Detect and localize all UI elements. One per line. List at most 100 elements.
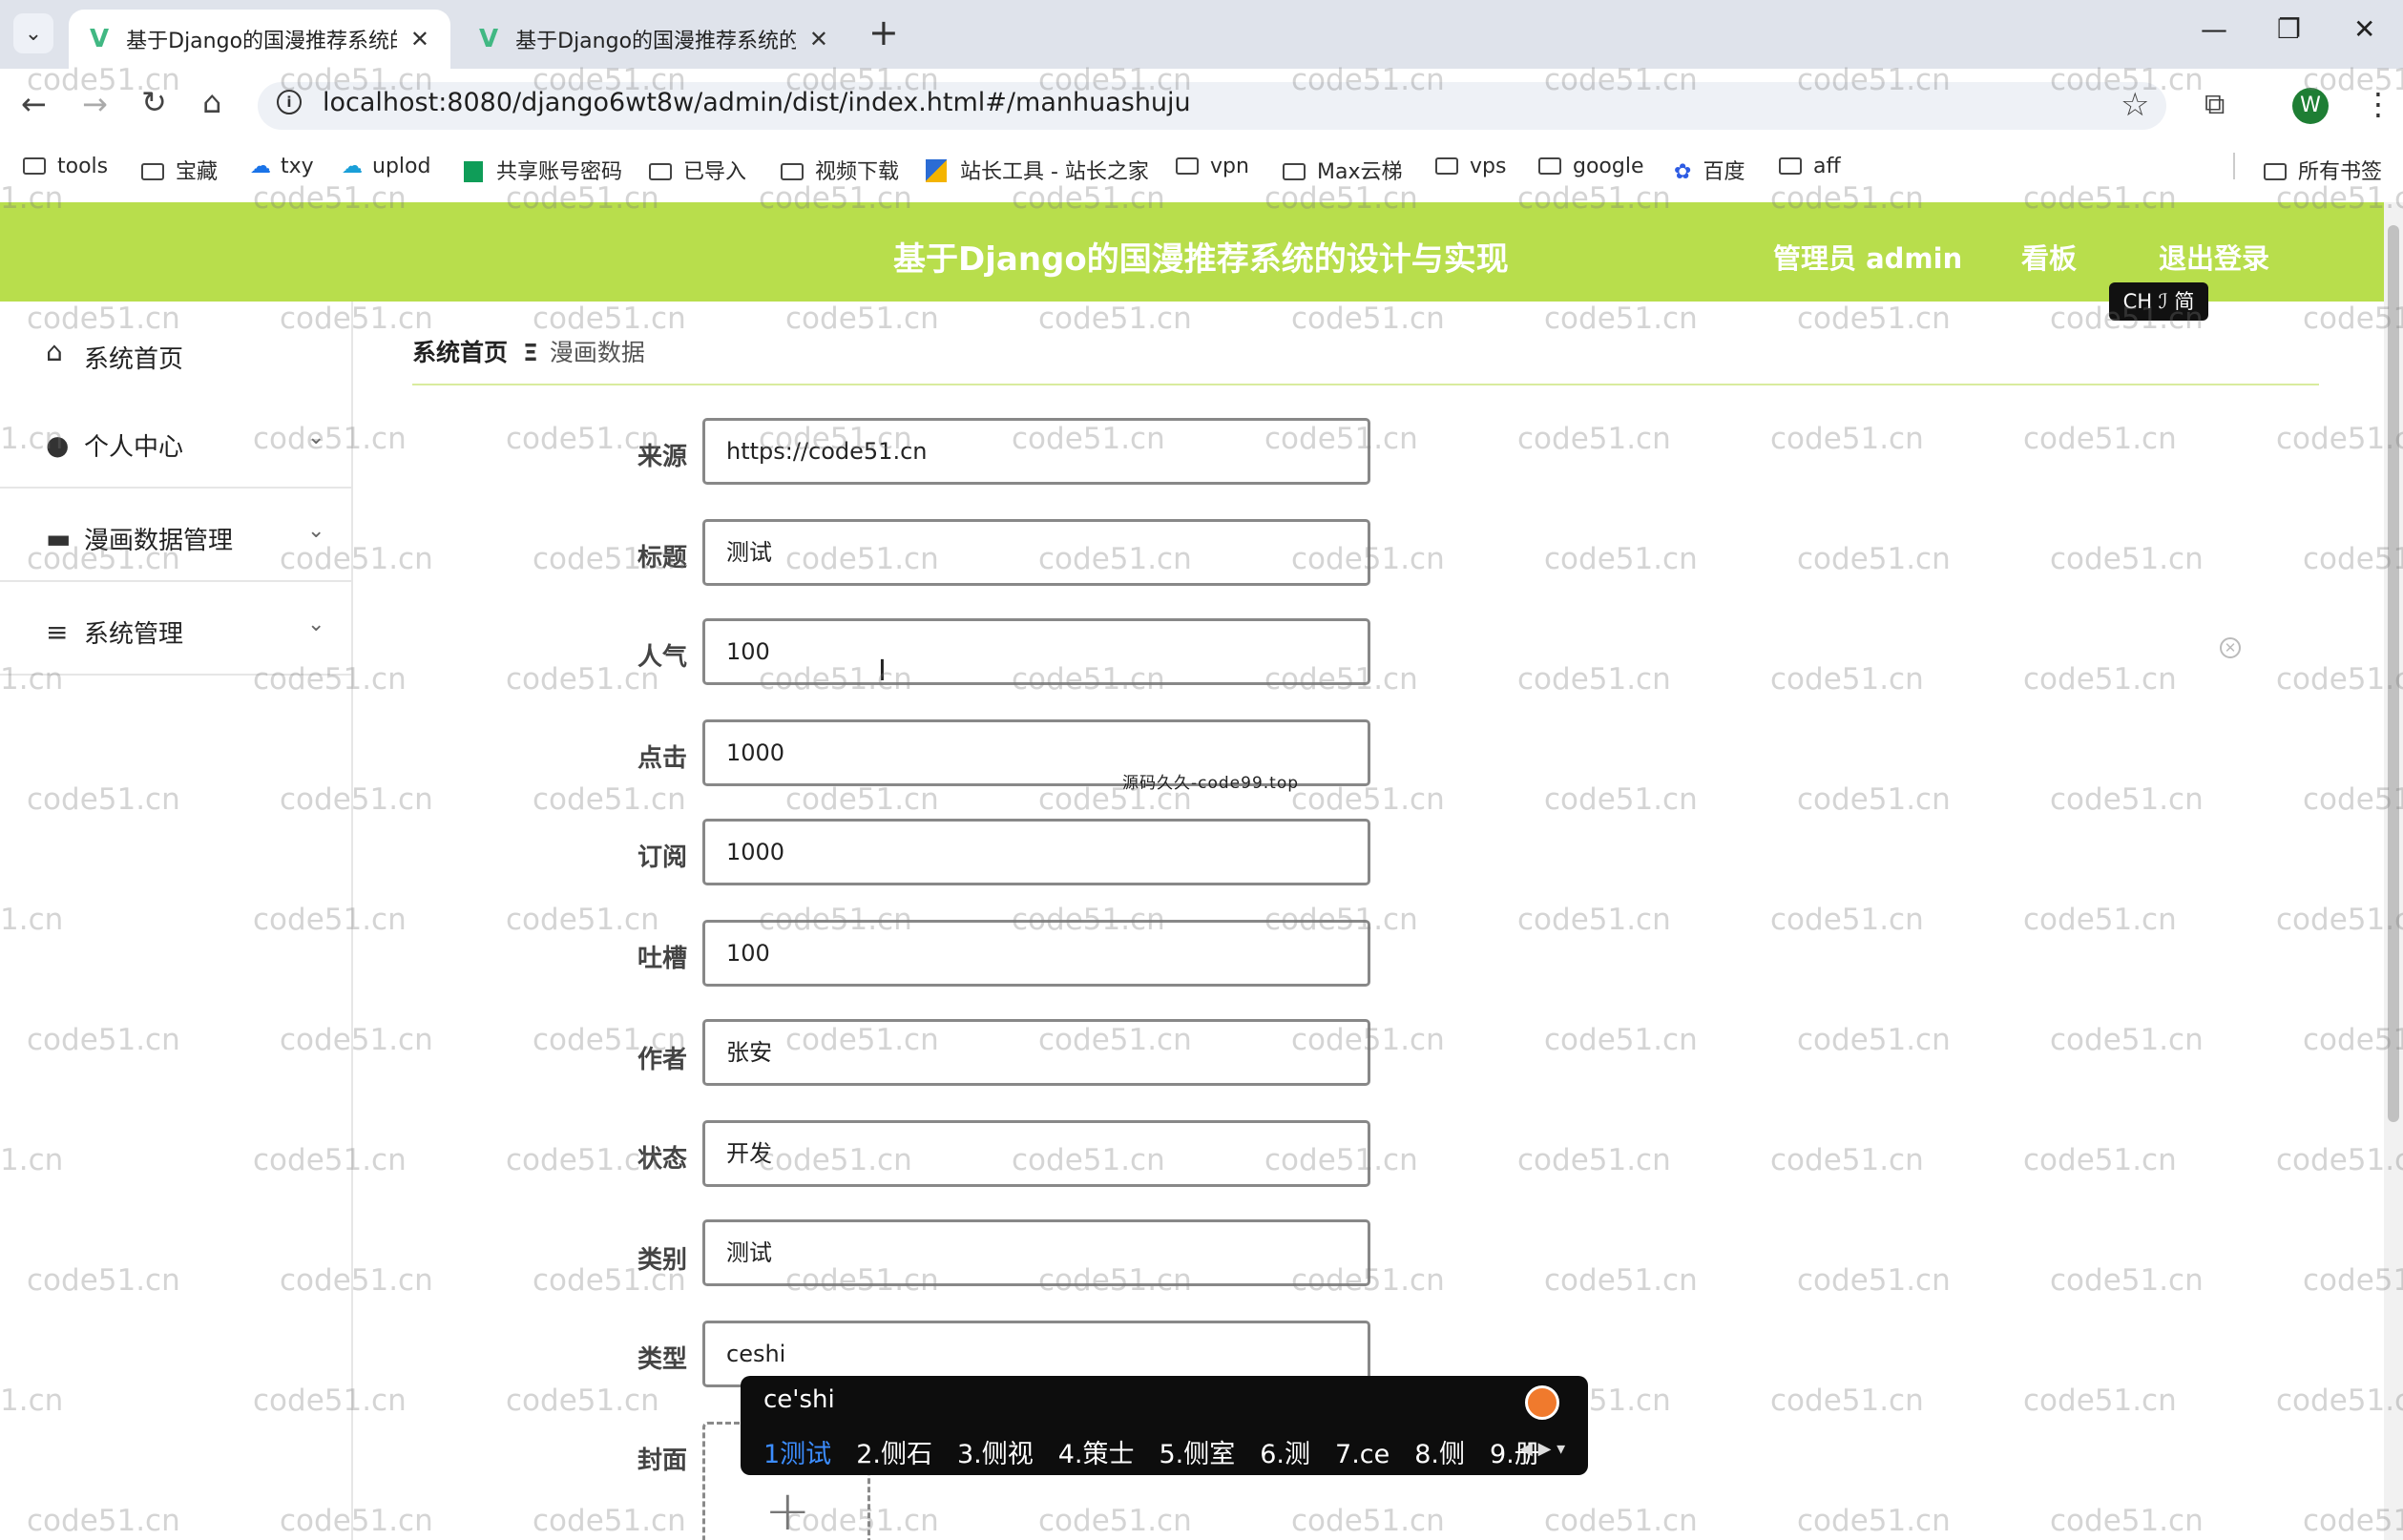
vue-logo-icon: V bbox=[479, 25, 499, 53]
bookmark-item[interactable]: 站长工具 - 站长之家 bbox=[926, 155, 1149, 185]
watermark-text: code51.cn bbox=[1770, 422, 1924, 456]
author-input[interactable]: 张安 bbox=[702, 1019, 1370, 1086]
logout-link[interactable]: 退出登录 bbox=[2159, 237, 2269, 277]
restore-icon[interactable]: ❐ bbox=[2277, 13, 2301, 45]
close-tab-icon[interactable]: ✕ bbox=[809, 26, 828, 52]
field-label-cover: 封面 bbox=[637, 1446, 687, 1475]
watermark-text: code51.cn bbox=[1544, 1263, 1698, 1298]
bookmark-item[interactable]: 视频下载 bbox=[781, 155, 899, 185]
comments-input[interactable]: 100 bbox=[702, 920, 1370, 987]
cloud-icon: ☁ bbox=[250, 155, 271, 178]
bookmark-item[interactable]: ✿ 百度 bbox=[1674, 155, 1745, 185]
watermark-text: code51.cn bbox=[1797, 1504, 1951, 1538]
bookmark-item[interactable]: 宝藏 bbox=[141, 155, 218, 185]
ime-candidate[interactable]: 1测试 bbox=[763, 1440, 831, 1469]
close-tab-icon[interactable]: ✕ bbox=[410, 26, 429, 52]
watermark-text: code51.cn bbox=[1544, 782, 1698, 817]
folder-icon bbox=[2264, 163, 2287, 180]
breadcrumb-separator: Ξ bbox=[523, 339, 538, 366]
bookmark-item[interactable]: Max云梯 bbox=[1283, 155, 1402, 185]
browser-tab[interactable]: V 基于Django的国漫推荐系统的设计与实现 ✕ bbox=[458, 10, 849, 69]
bookmark-item[interactable]: vpn bbox=[1176, 155, 1249, 178]
all-bookmarks[interactable]: 所有书签 bbox=[2264, 155, 2382, 185]
tab-search-chevron-icon[interactable]: ⌄ bbox=[13, 13, 53, 53]
bookmark-item[interactable]: vps bbox=[1435, 155, 1506, 178]
bookmark-star-icon[interactable]: ☆ bbox=[2121, 86, 2149, 124]
watermark-text: code51.cn bbox=[1517, 1143, 1671, 1177]
sidebar-item-system[interactable]: ≡ 系统管理 ⌄ bbox=[0, 582, 351, 676]
popularity-input[interactable]: 100 bbox=[702, 618, 1370, 685]
watermark-text: code51.cn bbox=[1770, 1143, 1924, 1177]
new-tab-button[interactable]: + bbox=[868, 11, 899, 53]
folder-icon bbox=[781, 163, 804, 180]
ime-language-indicator[interactable]: CH ℐ 简 bbox=[2109, 282, 2208, 321]
ime-candidate[interactable]: 4.策士 bbox=[1058, 1440, 1135, 1469]
sidebar-item-comic-data[interactable]: ▬ 漫画数据管理 ⌄ bbox=[0, 489, 351, 582]
scrollbar-thumb[interactable] bbox=[2388, 225, 2399, 1122]
watermark-text: code51.cn bbox=[785, 302, 939, 336]
source-input[interactable]: https://code51.cn bbox=[702, 418, 1370, 485]
field-label-status: 状态 bbox=[637, 1145, 687, 1174]
admin-user-label[interactable]: 管理员 admin bbox=[1773, 237, 1962, 277]
extensions-icon[interactable]: ⧉ bbox=[2204, 88, 2225, 121]
minimize-icon[interactable]: — bbox=[2201, 13, 2227, 45]
watermark-text: code51.cn bbox=[1544, 1504, 1698, 1538]
title-input[interactable]: 测试 bbox=[702, 519, 1370, 586]
site-info-icon[interactable]: i bbox=[277, 90, 302, 114]
watermark-text: code51.cn bbox=[1517, 422, 1671, 456]
ime-candidate[interactable]: 5.侧室 bbox=[1159, 1440, 1235, 1469]
ime-candidate[interactable]: 8.侧 bbox=[1414, 1440, 1465, 1469]
folder-icon bbox=[1176, 157, 1199, 175]
field-label-popularity: 人气 bbox=[637, 643, 687, 672]
sidebar-item-personal-center[interactable]: ● 个人中心 ⌄ bbox=[0, 395, 351, 489]
watermark-text: code51.cn bbox=[2050, 1504, 2204, 1538]
ime-candidate[interactable]: 6.测 bbox=[1260, 1440, 1310, 1469]
forward-icon[interactable]: → bbox=[82, 86, 108, 122]
ime-page-arrows-icon[interactable]: ◀ ▶ ▾ bbox=[1519, 1439, 1565, 1459]
bookmark-item[interactable]: aff bbox=[1779, 155, 1841, 178]
chinaz-icon bbox=[926, 159, 947, 182]
watermark-text: code51.cn bbox=[2023, 1143, 2177, 1177]
clear-circle-icon[interactable]: ✕ bbox=[2220, 637, 2241, 658]
profile-avatar[interactable]: W bbox=[2292, 88, 2329, 124]
field-label-title: 标题 bbox=[637, 544, 687, 572]
watermark-text: code51.cn bbox=[1797, 782, 1951, 817]
close-window-icon[interactable]: ✕ bbox=[2353, 13, 2375, 45]
baidu-paw-icon: ✿ bbox=[1674, 160, 1692, 184]
home-icon[interactable]: ⌂ bbox=[202, 84, 221, 120]
url-text[interactable]: localhost:8080/django6wt8w/admin/dist/in… bbox=[323, 88, 1191, 117]
bookmark-item[interactable]: ☁ txy bbox=[250, 155, 314, 178]
bookmark-item[interactable]: google bbox=[1538, 155, 1644, 178]
field-label-category: 类别 bbox=[637, 1246, 687, 1275]
dashboard-link[interactable]: 看板 bbox=[2021, 237, 2077, 277]
watermark-text: code51.cn bbox=[1291, 782, 1445, 817]
ime-candidate[interactable]: 7.ce bbox=[1335, 1440, 1390, 1469]
browser-menu-icon[interactable]: ⋮ bbox=[2363, 86, 2393, 122]
sidebar-item-home[interactable]: ⌂ 系统首页 bbox=[0, 302, 351, 395]
breadcrumb-home[interactable]: 系统首页 bbox=[412, 339, 508, 366]
field-label-subscriptions: 订阅 bbox=[637, 843, 687, 872]
watermark-text: code51.cn bbox=[1797, 1263, 1951, 1298]
bookmark-item[interactable]: tools bbox=[23, 155, 108, 178]
bookmark-item[interactable]: 共享账号密码 bbox=[464, 155, 622, 185]
watermark-text: code51.cn bbox=[1770, 662, 1924, 697]
menu-lines-icon: ≡ bbox=[46, 616, 69, 648]
field-label-clicks: 点击 bbox=[637, 744, 687, 773]
field-label-comments: 吐槽 bbox=[637, 945, 687, 973]
bookmarks-divider bbox=[2233, 153, 2235, 179]
ime-candidate[interactable]: 2.侧石 bbox=[856, 1440, 932, 1469]
watermark-text: code51.cn bbox=[2050, 1023, 2204, 1057]
subscriptions-input[interactable]: 1000 bbox=[702, 819, 1370, 885]
status-input[interactable]: 开发 bbox=[702, 1120, 1370, 1187]
watermark-text: code51.cn bbox=[2050, 542, 2204, 576]
bookmark-item[interactable]: 已导入 bbox=[649, 155, 746, 185]
watermark-text: code51.cn bbox=[1517, 662, 1671, 697]
bookmark-item[interactable]: ☁ uplod bbox=[342, 155, 430, 178]
home-icon: ⌂ bbox=[46, 336, 63, 367]
reload-icon[interactable]: ↻ bbox=[141, 84, 167, 120]
category-input[interactable]: 测试 bbox=[702, 1219, 1370, 1286]
sheets-icon bbox=[464, 161, 483, 182]
back-icon[interactable]: ← bbox=[21, 86, 47, 122]
browser-tab-active[interactable]: V 基于Django的国漫推荐系统的设计与实现 ✕ bbox=[69, 10, 450, 69]
ime-candidate[interactable]: 3.侧视 bbox=[957, 1440, 1034, 1469]
